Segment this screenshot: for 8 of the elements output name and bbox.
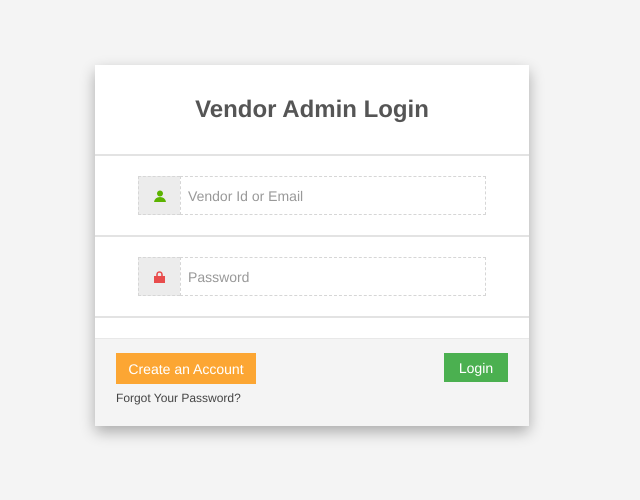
input-field[interactable]: Password xyxy=(180,257,486,296)
user-icon xyxy=(154,190,166,202)
login-button[interactable]: Login xyxy=(444,353,508,382)
forgot-password-link[interactable]: Forgot Your Password? xyxy=(116,391,241,405)
lock-icon xyxy=(154,270,165,282)
create-account-button[interactable]: Create an Account xyxy=(116,353,256,384)
login-title: Vendor Admin Login xyxy=(195,96,429,124)
input-field[interactable]: Vendor Id or Email xyxy=(180,176,486,215)
